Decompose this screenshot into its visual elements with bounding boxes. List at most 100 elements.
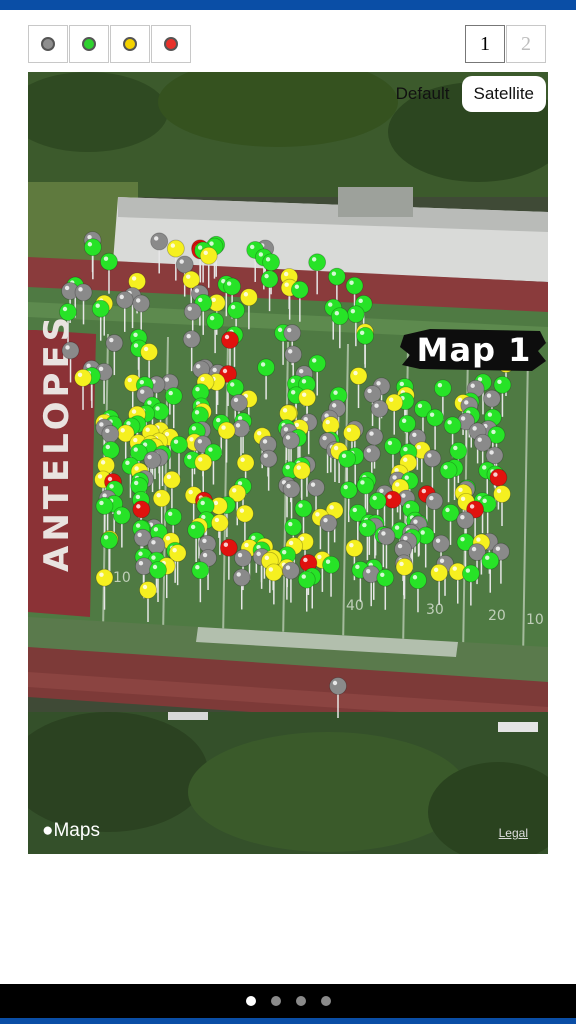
map-pin-green[interactable] <box>449 441 468 460</box>
map-pin-green[interactable] <box>227 301 246 319</box>
map-pin-green[interactable] <box>187 521 206 539</box>
map-pin-gray[interactable] <box>150 232 169 251</box>
map-pin-green[interactable] <box>376 568 395 587</box>
map-pin-green[interactable] <box>346 305 365 324</box>
map-pin-gray[interactable] <box>425 492 444 510</box>
map-pin-yellow[interactable] <box>298 388 317 407</box>
map-pin-green[interactable] <box>59 303 77 321</box>
map-pin-green[interactable] <box>384 437 402 455</box>
map-pin-gray[interactable] <box>319 514 338 533</box>
map-pin-gray[interactable] <box>284 345 303 364</box>
map-pin-green[interactable] <box>91 299 110 318</box>
map-pin-yellow[interactable] <box>140 343 159 361</box>
map-pin-green[interactable] <box>262 253 280 272</box>
map-pin-gray[interactable] <box>230 394 248 412</box>
map-pin-green[interactable] <box>330 307 349 326</box>
map-pin-yellow[interactable] <box>235 504 254 523</box>
map-pin-gray[interactable] <box>74 283 93 302</box>
map-pin-gray[interactable] <box>329 677 347 695</box>
map-pin-gray[interactable] <box>365 427 384 446</box>
page-2-button[interactable]: 2 <box>506 25 546 63</box>
filter-green-button[interactable] <box>69 25 109 63</box>
map-pin-yellow[interactable] <box>139 581 157 599</box>
map-pin-green[interactable] <box>426 408 444 427</box>
map-pin-green[interactable] <box>358 519 377 538</box>
map-pin-yellow[interactable] <box>194 453 213 472</box>
map-pin-green[interactable] <box>164 387 183 406</box>
map-pin-yellow[interactable] <box>236 453 255 472</box>
page-dot[interactable] <box>321 996 331 1006</box>
map-pin-gray[interactable] <box>105 334 124 352</box>
map-pin-green[interactable] <box>101 441 120 459</box>
map-pin-green[interactable] <box>164 507 183 526</box>
map-pin-green[interactable] <box>294 499 313 518</box>
map-pin-yellow[interactable] <box>74 368 92 387</box>
map-pin-green[interactable] <box>339 481 358 499</box>
page-dot[interactable] <box>246 996 256 1006</box>
map-pin-yellow[interactable] <box>217 421 236 440</box>
map-pin-red[interactable] <box>221 331 239 349</box>
map-pin-green[interactable] <box>226 378 245 397</box>
map-pin-green[interactable] <box>260 270 279 289</box>
map-pin-yellow[interactable] <box>493 485 511 503</box>
map-pin-yellow[interactable] <box>321 416 340 434</box>
map-pin-gray[interactable] <box>483 389 501 408</box>
page-dot[interactable] <box>296 996 306 1006</box>
map-pin-green[interactable] <box>441 503 460 522</box>
map-pin-green[interactable] <box>433 379 452 398</box>
map-pin-green[interactable] <box>493 375 512 394</box>
map-pin-green[interactable] <box>257 358 275 377</box>
map-pin-gray[interactable] <box>370 399 389 418</box>
filter-red-button[interactable] <box>151 25 191 63</box>
map-pin-green[interactable] <box>223 277 242 296</box>
map-type-satellite-button[interactable]: Satellite <box>461 76 546 112</box>
map-pin-green[interactable] <box>368 492 387 510</box>
map-pin-gray[interactable] <box>307 478 325 497</box>
map-pin-green[interactable] <box>461 564 480 583</box>
map-pin-green[interactable] <box>345 276 364 295</box>
map-pin-green[interactable] <box>439 461 458 480</box>
map-pin-yellow[interactable] <box>430 563 449 582</box>
map-pin-gray[interactable] <box>175 255 194 274</box>
map-pin-gray[interactable] <box>283 324 302 342</box>
map-pin-yellow[interactable] <box>166 239 185 258</box>
map-pin-green[interactable] <box>170 435 188 454</box>
map-pin-gray[interactable] <box>61 341 80 360</box>
map-pin-gray[interactable] <box>115 290 134 309</box>
map-pin-gray[interactable] <box>282 480 301 499</box>
map-pin-green[interactable] <box>398 414 417 433</box>
map-pin-green[interactable] <box>100 252 118 271</box>
map-pin-green[interactable] <box>206 312 225 331</box>
map-pin-yellow[interactable] <box>211 513 229 532</box>
map-pin-green[interactable] <box>356 476 375 495</box>
map-pin-green[interactable] <box>112 506 131 525</box>
map-pin-green[interactable] <box>356 326 375 345</box>
map-pin-gray[interactable] <box>259 449 278 468</box>
map-pin-red[interactable] <box>489 468 508 487</box>
map-pin-gray[interactable] <box>234 549 252 567</box>
map-pin-yellow[interactable] <box>239 288 258 307</box>
page-1-button[interactable]: 1 <box>465 25 505 63</box>
map-pin-gray[interactable] <box>485 446 504 465</box>
map-pin-yellow[interactable] <box>349 367 368 385</box>
map-pin-green[interactable] <box>308 253 327 272</box>
map-pin-yellow[interactable] <box>395 558 414 576</box>
map-pin-gray[interactable] <box>423 449 442 468</box>
map-pin-green[interactable] <box>327 267 346 286</box>
legal-link[interactable]: Legal <box>499 826 528 840</box>
map-pin-green[interactable] <box>100 531 118 550</box>
map-pin-yellow[interactable] <box>264 563 283 582</box>
map-pin-green[interactable] <box>191 561 210 580</box>
page-dot[interactable] <box>271 996 281 1006</box>
map-pin-gray[interactable] <box>473 433 492 452</box>
map-pin-green[interactable] <box>95 497 114 515</box>
map-pin-yellow[interactable] <box>199 246 218 265</box>
map-pin-gray[interactable] <box>182 330 201 349</box>
map-pin-yellow[interactable] <box>163 470 181 489</box>
map-pin-red[interactable] <box>383 490 402 509</box>
map-pin-green[interactable] <box>481 551 500 570</box>
filter-gray-button[interactable] <box>28 25 68 63</box>
map-pin-yellow[interactable] <box>152 489 171 508</box>
map-pin-yellow[interactable] <box>345 539 364 558</box>
map-pin-green[interactable] <box>83 238 102 257</box>
